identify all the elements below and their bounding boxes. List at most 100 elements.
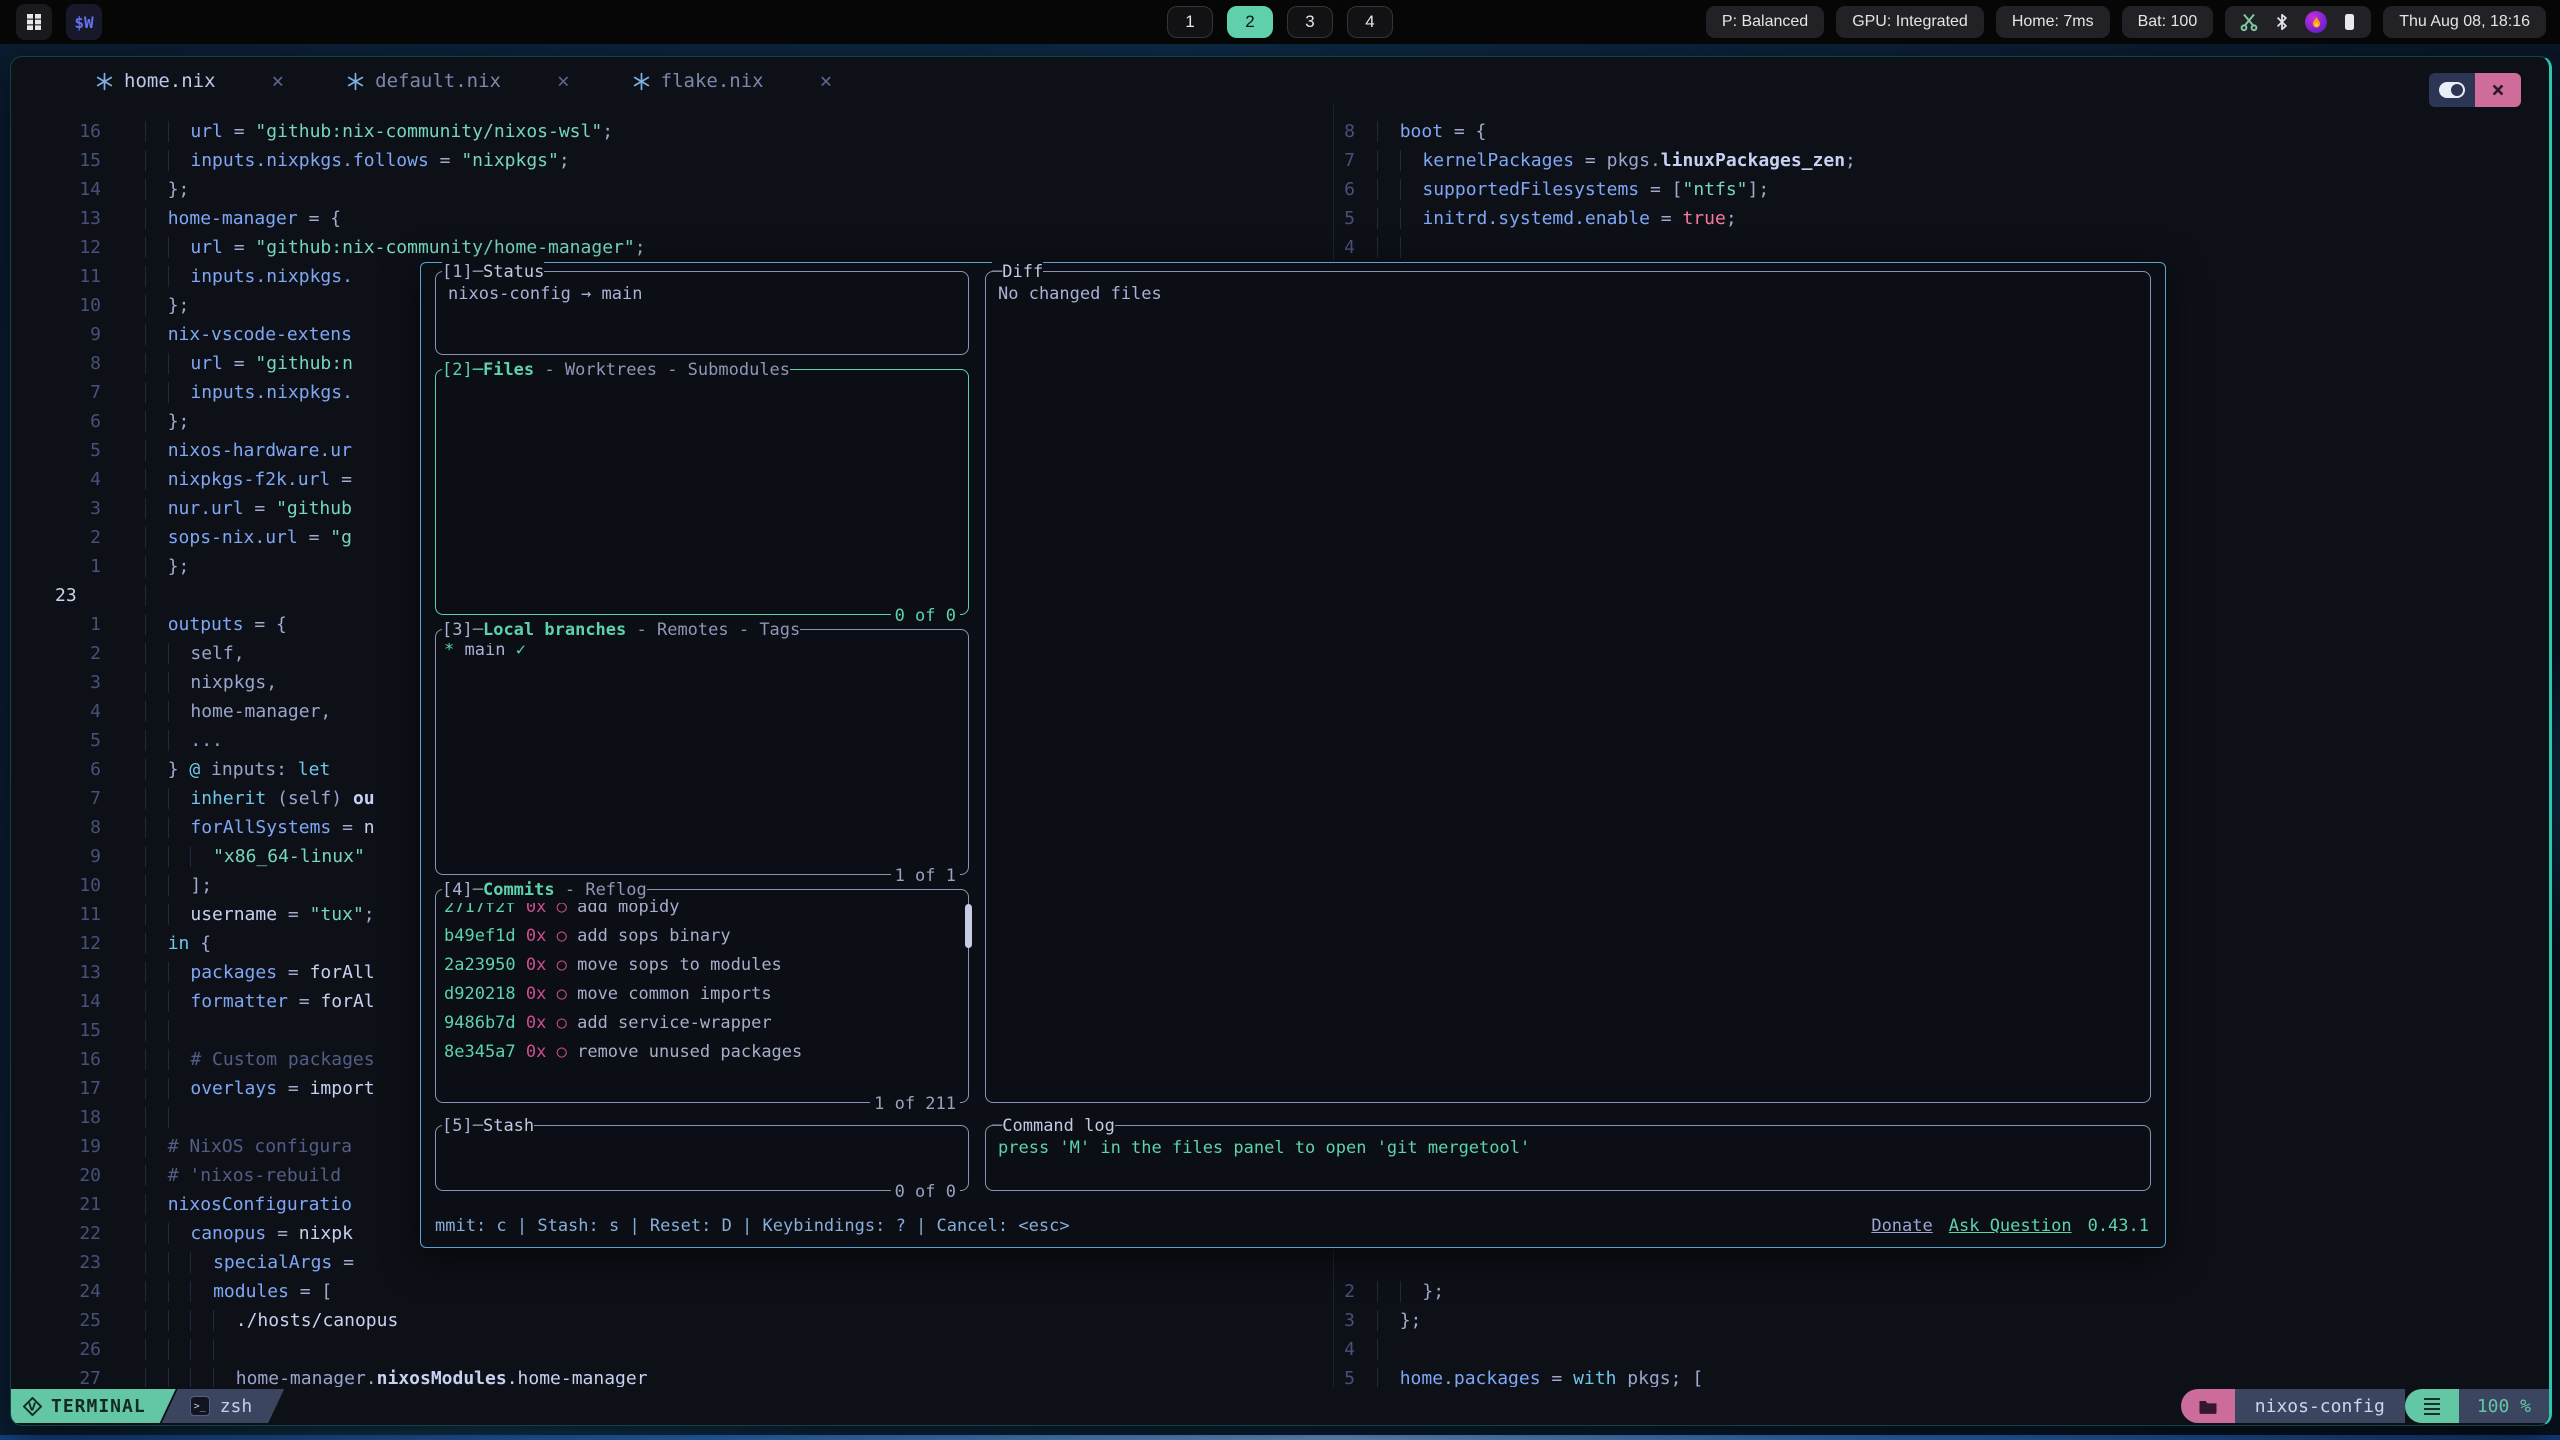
tab-bar-tabs: home.nix×default.nix×flake.nix× [95,69,894,93]
commits-count: 1 of 211 [870,1094,960,1114]
panel-diff[interactable]: ─Diff No changed files [985,271,2151,1103]
system-bar-right: P: BalancedGPU: IntegratedHome: 7msBat: … [1706,6,2546,38]
commit-row[interactable]: 2a23950 0x ○ move sops to modules [444,951,960,980]
toggle-button[interactable] [2429,73,2475,107]
commit-hash: b49ef1d [444,926,516,946]
commit-message: move common imports [567,984,772,1004]
line-number: 11 [11,262,119,291]
code-line: 12 url = "github:nix-community/home-mana… [11,233,1333,262]
panel-stash[interactable]: [5]─Stash 0 of 0 [435,1125,969,1191]
scissors-icon[interactable] [2239,12,2259,32]
commit-row[interactable]: 8e345a7 0x ○ remove unused packages [444,1038,960,1067]
commit-row[interactable]: b49ef1d 0x ○ add sops binary [444,922,960,951]
status-pill: Bat: 100 [2122,6,2214,38]
line-number: 10 [11,291,119,320]
branches-count: 1 of 1 [891,866,960,886]
ask-question-link[interactable]: Ask Question [1949,1211,2072,1241]
commit-row[interactable]: 9486b7d 0x ○ add service-wrapper [444,1009,960,1038]
line-number: 4 [1335,233,1363,262]
phone-icon[interactable] [2341,12,2357,32]
tab-close-icon[interactable]: × [272,69,285,93]
lazygit-bottom-bar: mmit: c | Stash: s | Reset: D | Keybindi… [435,1211,2149,1241]
bluetooth-icon[interactable] [2273,12,2291,32]
clock-pill[interactable]: Thu Aug 08, 18:16 [2383,6,2546,38]
tab-label: home.nix [124,70,216,92]
line-number: 8 [11,349,119,378]
line-number: 10 [11,871,119,900]
tab-bar: home.nix×default.nix×flake.nix× × [11,57,2549,105]
commit-hash: 8e345a7 [444,1042,516,1062]
panel-files[interactable]: [2]─Files - Worktrees - Submodules 0 of … [435,369,969,615]
repo-segment[interactable]: nixos-config [2235,1389,2405,1423]
line-number: 6 [11,407,119,436]
app-launcher-button[interactable] [16,4,52,40]
branch-name: main [465,640,506,660]
diff-content: No changed files [986,272,2150,317]
line-number: 2 [11,639,119,668]
line-number: 16 [11,1045,119,1074]
right-pane-bottom-lines: 2 };3 };4 5 home.packages = with pkgs; [ [1335,1277,2549,1387]
code-line: 5 home.packages = with pkgs; [ [1335,1364,2549,1387]
workspace-button-4[interactable]: 4 [1347,6,1393,38]
code-line: 26 [11,1335,1333,1364]
window-controls: × [2429,73,2521,107]
command-log-content: press 'M' in the files panel to open 'gi… [986,1126,2150,1171]
panel-diff-title: ─Diff [992,259,1043,285]
line-number: 9 [11,842,119,871]
line-number: 7 [11,784,119,813]
flame-icon[interactable] [2305,11,2327,33]
line-number: 4 [11,697,119,726]
code-line: 23 specialArgs = [11,1248,1333,1277]
window-close-button[interactable]: × [2475,73,2521,107]
panel-command-log[interactable]: ─Command log press 'M' in the files pane… [985,1125,2151,1191]
mode-segment: V TERMINAL [11,1389,176,1423]
line-number: 22 [11,1219,119,1248]
panel-commits[interactable]: [4]─Commits - Reflog 2717f2f 0x ○ add mo… [435,889,969,1103]
workspace-button-3[interactable]: 3 [1287,6,1333,38]
tab-flake.nix[interactable]: flake.nix × [632,69,833,93]
workspace-mode-badge[interactable]: $W [66,4,102,40]
code-line: 27 home-manager.nixosModules.home-manage… [11,1364,1333,1387]
svg-text:V: V [28,1401,37,1413]
commit-row[interactable]: d920218 0x ○ move common imports [444,980,960,1009]
line-number: 7 [11,378,119,407]
tab-close-icon[interactable]: × [820,69,833,93]
panel-tabs[interactable]: - Reflog [555,877,647,903]
panel-tabs[interactable]: - Worktrees - Submodules [534,357,790,383]
line-number: 1 [11,552,119,581]
vim-icon: V [23,1397,42,1416]
panel-status[interactable]: [1]─Status nixos-config → main [435,271,969,355]
commit-message: add sops binary [567,926,731,946]
line-number: 25 [11,1306,119,1335]
shell-label: zsh [220,1396,253,1417]
line-number: 19 [11,1132,119,1161]
commits-scrollbar[interactable] [965,904,972,948]
commit-hash: 9486b7d [444,1013,516,1033]
panel-branches[interactable]: [3]─Local branches - Remotes - Tags * ma… [435,629,969,875]
mode-label: TERMINAL [51,1396,146,1417]
line-number: 7 [1335,146,1363,175]
line-number: 1 [11,610,119,639]
panel-title: Local branches [483,617,626,643]
folder-segment [2181,1389,2235,1423]
panel-tabs[interactable]: - Remotes - Tags [626,617,800,643]
status-pills: P: BalancedGPU: IntegratedHome: 7msBat: … [1706,6,2213,38]
commit-graph-icon: ○ [557,984,567,1004]
line-number: 8 [11,813,119,842]
terminal-prompt-icon: >_ [190,1396,210,1416]
workspace-button-1[interactable]: 1 [1167,6,1213,38]
commit-graph-icon: ○ [557,926,567,946]
tab-default.nix[interactable]: default.nix× [346,69,570,93]
donate-link[interactable]: Donate [1871,1211,1932,1241]
tab-home.nix[interactable]: home.nix × [95,69,284,93]
workspaces: 1234 [1167,6,1393,38]
tab-label: flake.nix [661,70,764,92]
tab-close-icon[interactable]: × [557,69,570,93]
commit-message: add service-wrapper [567,1013,772,1033]
commit-graph-icon: ○ [557,955,567,975]
panel-stash-title: [5]─Stash [442,1113,534,1139]
line-number: 12 [11,233,119,262]
branch-check-icon: ✓ [516,640,526,660]
workspace-mode-label: $W [74,13,93,32]
workspace-button-2[interactable]: 2 [1227,6,1273,38]
